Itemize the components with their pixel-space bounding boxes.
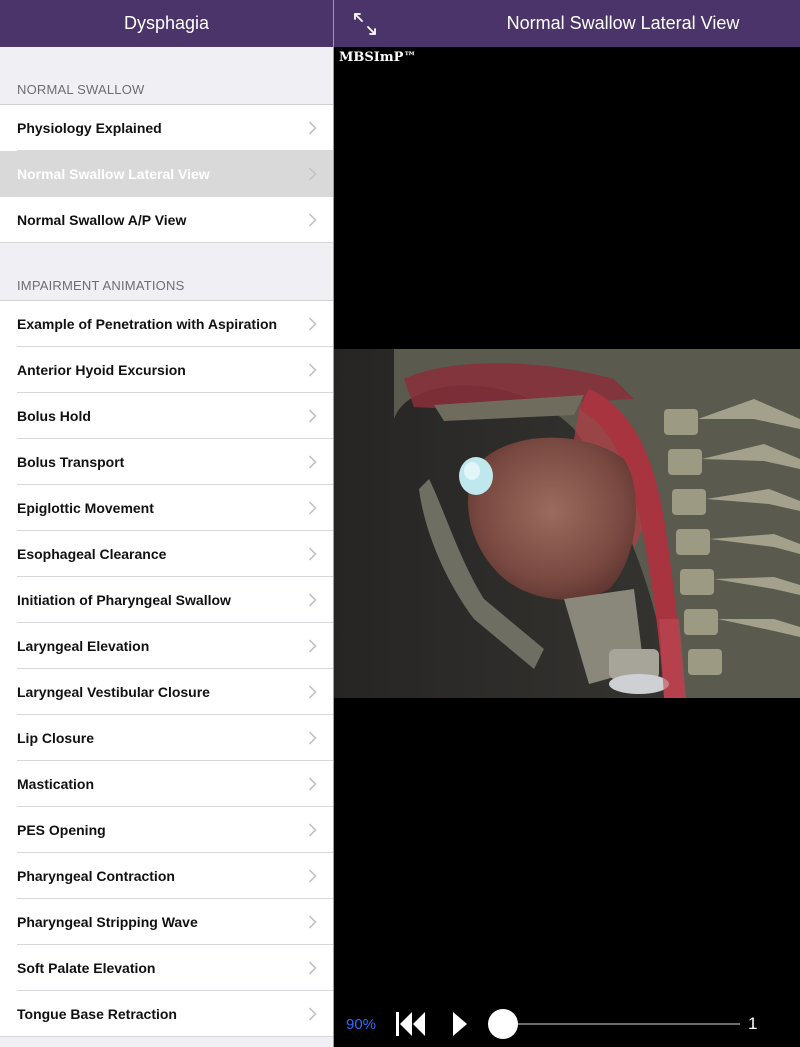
list-item-label: Initiation of Pharyngeal Swallow [17,592,231,608]
playback-speed-button[interactable]: 90% [346,1016,376,1033]
sidebar-title: Dysphagia [123,13,210,33]
chevron-right-icon [308,121,317,135]
section-header-normal-swallow: NORMAL SWALLOW [17,82,145,97]
list-item-pes-opening[interactable]: PES Opening [0,807,333,853]
list-item-label: Normal Swallow A/P View [17,212,187,228]
list-item-pharyngeal-stripping-wave[interactable]: Pharyngeal Stripping Wave [0,899,333,945]
list-impairment-animations: Example of Penetration with Aspiration A… [0,300,333,1037]
sidebar-navbar: Dysphagia [0,0,333,47]
list-item-laryngeal-elevation[interactable]: Laryngeal Elevation [0,623,333,669]
list-item-label: PES Opening [17,822,106,838]
list-item-anterior-hyoid-excursion[interactable]: Anterior Hyoid Excursion [0,347,333,393]
list-item-label: Esophageal Clearance [17,546,167,562]
list-item-label: Lip Closure [17,730,95,746]
chevron-right-icon [308,961,317,975]
master-pane: Dysphagia NORMAL SWALLOW Physiology Expl… [0,0,333,1047]
player-controls: 90% 1 [334,1000,800,1047]
list-item-normal-swallow-lateral-view[interactable]: Normal Swallow Lateral View [0,151,333,197]
mbsimp-watermark: MBSImP™ [339,50,417,65]
list-item-epiglottic-movement[interactable]: Epiglottic Movement [0,485,333,531]
list-item-label: Mastication [17,776,95,792]
list-item-label: Pharyngeal Stripping Wave [17,914,198,930]
list-item-laryngeal-vestibular-closure[interactable]: Laryngeal Vestibular Closure [0,669,333,715]
section-header-impairment-animations: IMPAIRMENT ANIMATIONS [17,278,185,293]
detail-pane: Normal Swallow Lateral View MBSImP™ 90% … [334,0,800,1047]
list-normal-swallow: Physiology Explained Normal Swallow Late… [0,104,333,243]
skip-to-start-icon[interactable] [395,1011,427,1037]
video-frame[interactable] [334,349,800,698]
scrubber-slider[interactable] [488,1009,740,1039]
chevron-right-icon [308,167,317,181]
detail-navbar: Normal Swallow Lateral View [334,0,800,47]
list-item-normal-swallow-ap-view[interactable]: Normal Swallow A/P View [0,197,333,243]
chevron-right-icon [308,639,317,653]
list-item-mastication[interactable]: Mastication [0,761,333,807]
list-item-label: Tongue Base Retraction [17,1006,177,1022]
list-item-label: Laryngeal Elevation [17,638,150,654]
chevron-right-icon [308,915,317,929]
chevron-right-icon [308,685,317,699]
list-item-label: Pharyngeal Contraction [17,868,175,884]
expand-arrows-icon[interactable] [352,11,378,37]
chevron-right-icon [308,593,317,607]
chevron-right-icon [308,501,317,515]
list-item-label: Normal Swallow Lateral View [17,166,210,182]
list-item-bolus-transport[interactable]: Bolus Transport [0,439,333,485]
scrubber-thumb[interactable] [488,1009,518,1039]
chevron-right-icon [308,317,317,331]
list-item-label: Bolus Hold [17,408,91,424]
list-item-lip-closure[interactable]: Lip Closure [0,715,333,761]
detail-title: Normal Swallow Lateral View [506,13,740,33]
list-item-esophageal-clearance[interactable]: Esophageal Clearance [0,531,333,577]
list-item-soft-palate-elevation[interactable]: Soft Palate Elevation [0,945,333,991]
list-item-label: Epiglottic Movement [17,500,154,516]
chevron-right-icon [308,777,317,791]
list-item-initiation-pharyngeal-swallow[interactable]: Initiation of Pharyngeal Swallow [0,577,333,623]
chevron-right-icon [308,869,317,883]
chevron-right-icon [308,213,317,227]
list-item-pharyngeal-contraction[interactable]: Pharyngeal Contraction [0,853,333,899]
chevron-right-icon [308,731,317,745]
chevron-right-icon [308,823,317,837]
chevron-right-icon [308,547,317,561]
list-item-label: Laryngeal Vestibular Closure [17,684,210,700]
list-item-tongue-base-retraction[interactable]: Tongue Base Retraction [0,991,333,1037]
chevron-right-icon [308,363,317,377]
list-item-label: Physiology Explained [17,120,162,136]
chevron-right-icon [308,455,317,469]
anatomy-illustration [334,349,800,698]
play-icon[interactable] [452,1011,468,1037]
chevron-right-icon [308,409,317,423]
list-item-label: Bolus Transport [17,454,125,470]
scrubber-track [502,1023,740,1025]
list-item-penetration-aspiration[interactable]: Example of Penetration with Aspiration [0,301,333,347]
list-item-label: Soft Palate Elevation [17,960,156,976]
list-item-bolus-hold[interactable]: Bolus Hold [0,393,333,439]
list-item-physiology-explained[interactable]: Physiology Explained [0,105,333,151]
frame-counter: 1 [748,1014,758,1033]
list-item-label: Example of Penetration with Aspiration [17,316,278,332]
chevron-right-icon [308,1007,317,1021]
list-item-label: Anterior Hyoid Excursion [17,362,186,378]
